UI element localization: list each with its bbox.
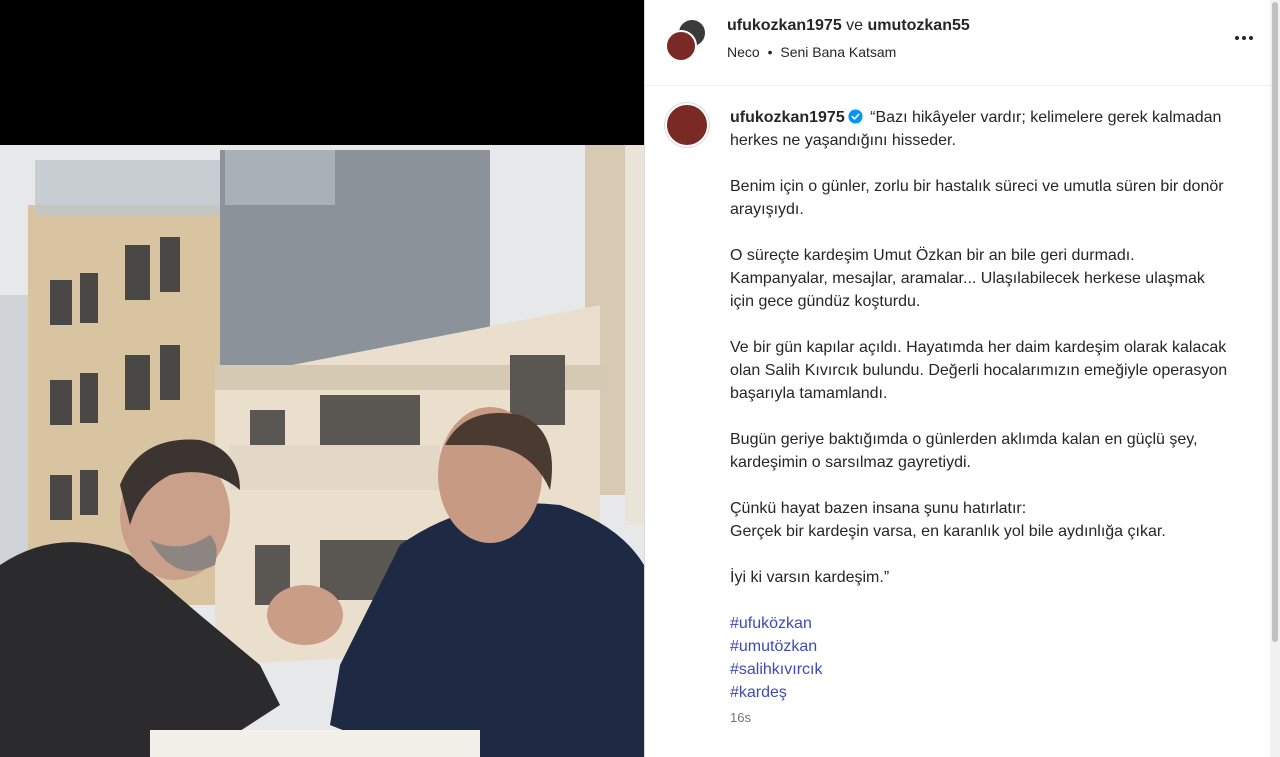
caption-paragraph-7: Gerçek bir kardeşin varsa, en karanlık y… <box>730 523 1166 540</box>
post-media <box>0 0 644 757</box>
scrollbar-thumb[interactable] <box>1272 2 1278 642</box>
more-horizontal-icon[interactable] <box>1229 28 1259 48</box>
caption-paragraph-4: Ve bir gün kapılar açıldı. Hayatımda her… <box>730 339 1228 402</box>
caption-paragraph-5: Bugün geriye baktığımda o günlerden aklı… <box>730 431 1198 471</box>
caption-area: ufukozkan1975 “Bazı hikâyeler vardır; ke… <box>645 87 1271 757</box>
author-primary-link[interactable]: ufukozkan1975 <box>727 17 842 34</box>
post-photo[interactable] <box>0 145 644 757</box>
hashtag-link[interactable]: #salihkıvırcık <box>730 658 1230 681</box>
post-timestamp[interactable]: 16s <box>730 710 751 725</box>
caption-paragraph-2: Benim için o günler, zorlu bir hastalık … <box>730 178 1224 218</box>
audio-artist-link[interactable]: Neco <box>727 44 760 60</box>
avatar-ufukozkan1975[interactable] <box>665 30 697 62</box>
hashtag-link[interactable]: #ufuközkan <box>730 612 1230 635</box>
post-header: ufukozkan1975 ve umutozkan55 Neco • Seni… <box>645 0 1280 86</box>
hashtag-list: #ufuközkan #umutözkan #salihkıvırcık #ka… <box>730 612 1230 704</box>
verified-badge-icon <box>848 109 863 124</box>
caption-paragraph-3: O süreçte kardeşim Umut Özkan bir an bil… <box>730 247 1205 310</box>
post-side-panel: ufukozkan1975 ve umutozkan55 Neco • Seni… <box>644 0 1280 757</box>
caption-scrollbar[interactable] <box>1270 0 1280 757</box>
collab-avatars[interactable] <box>665 18 709 62</box>
caption-paragraph-8: İyi ki varsın kardeşim.” <box>730 569 890 586</box>
audio-separator: • <box>767 44 773 60</box>
caption-username-link[interactable]: ufukozkan1975 <box>730 109 845 126</box>
caption-text: ufukozkan1975 “Bazı hikâyeler vardır; ke… <box>730 106 1230 704</box>
post-authors: ufukozkan1975 ve umutozkan55 <box>727 17 970 35</box>
author-secondary-link[interactable]: umutozkan55 <box>868 17 970 34</box>
author-joiner: ve <box>846 17 864 34</box>
hashtag-link[interactable]: #umutözkan <box>730 635 1230 658</box>
hashtag-link[interactable]: #kardeş <box>730 681 1230 704</box>
audio-song-link[interactable]: Seni Bana Katsam <box>780 44 896 60</box>
caption-avatar[interactable] <box>665 103 709 147</box>
caption-paragraph-6: Çünkü hayat bazen insana şunu hatırlatır… <box>730 500 1027 517</box>
audio-info: Neco • Seni Bana Katsam <box>727 44 896 60</box>
